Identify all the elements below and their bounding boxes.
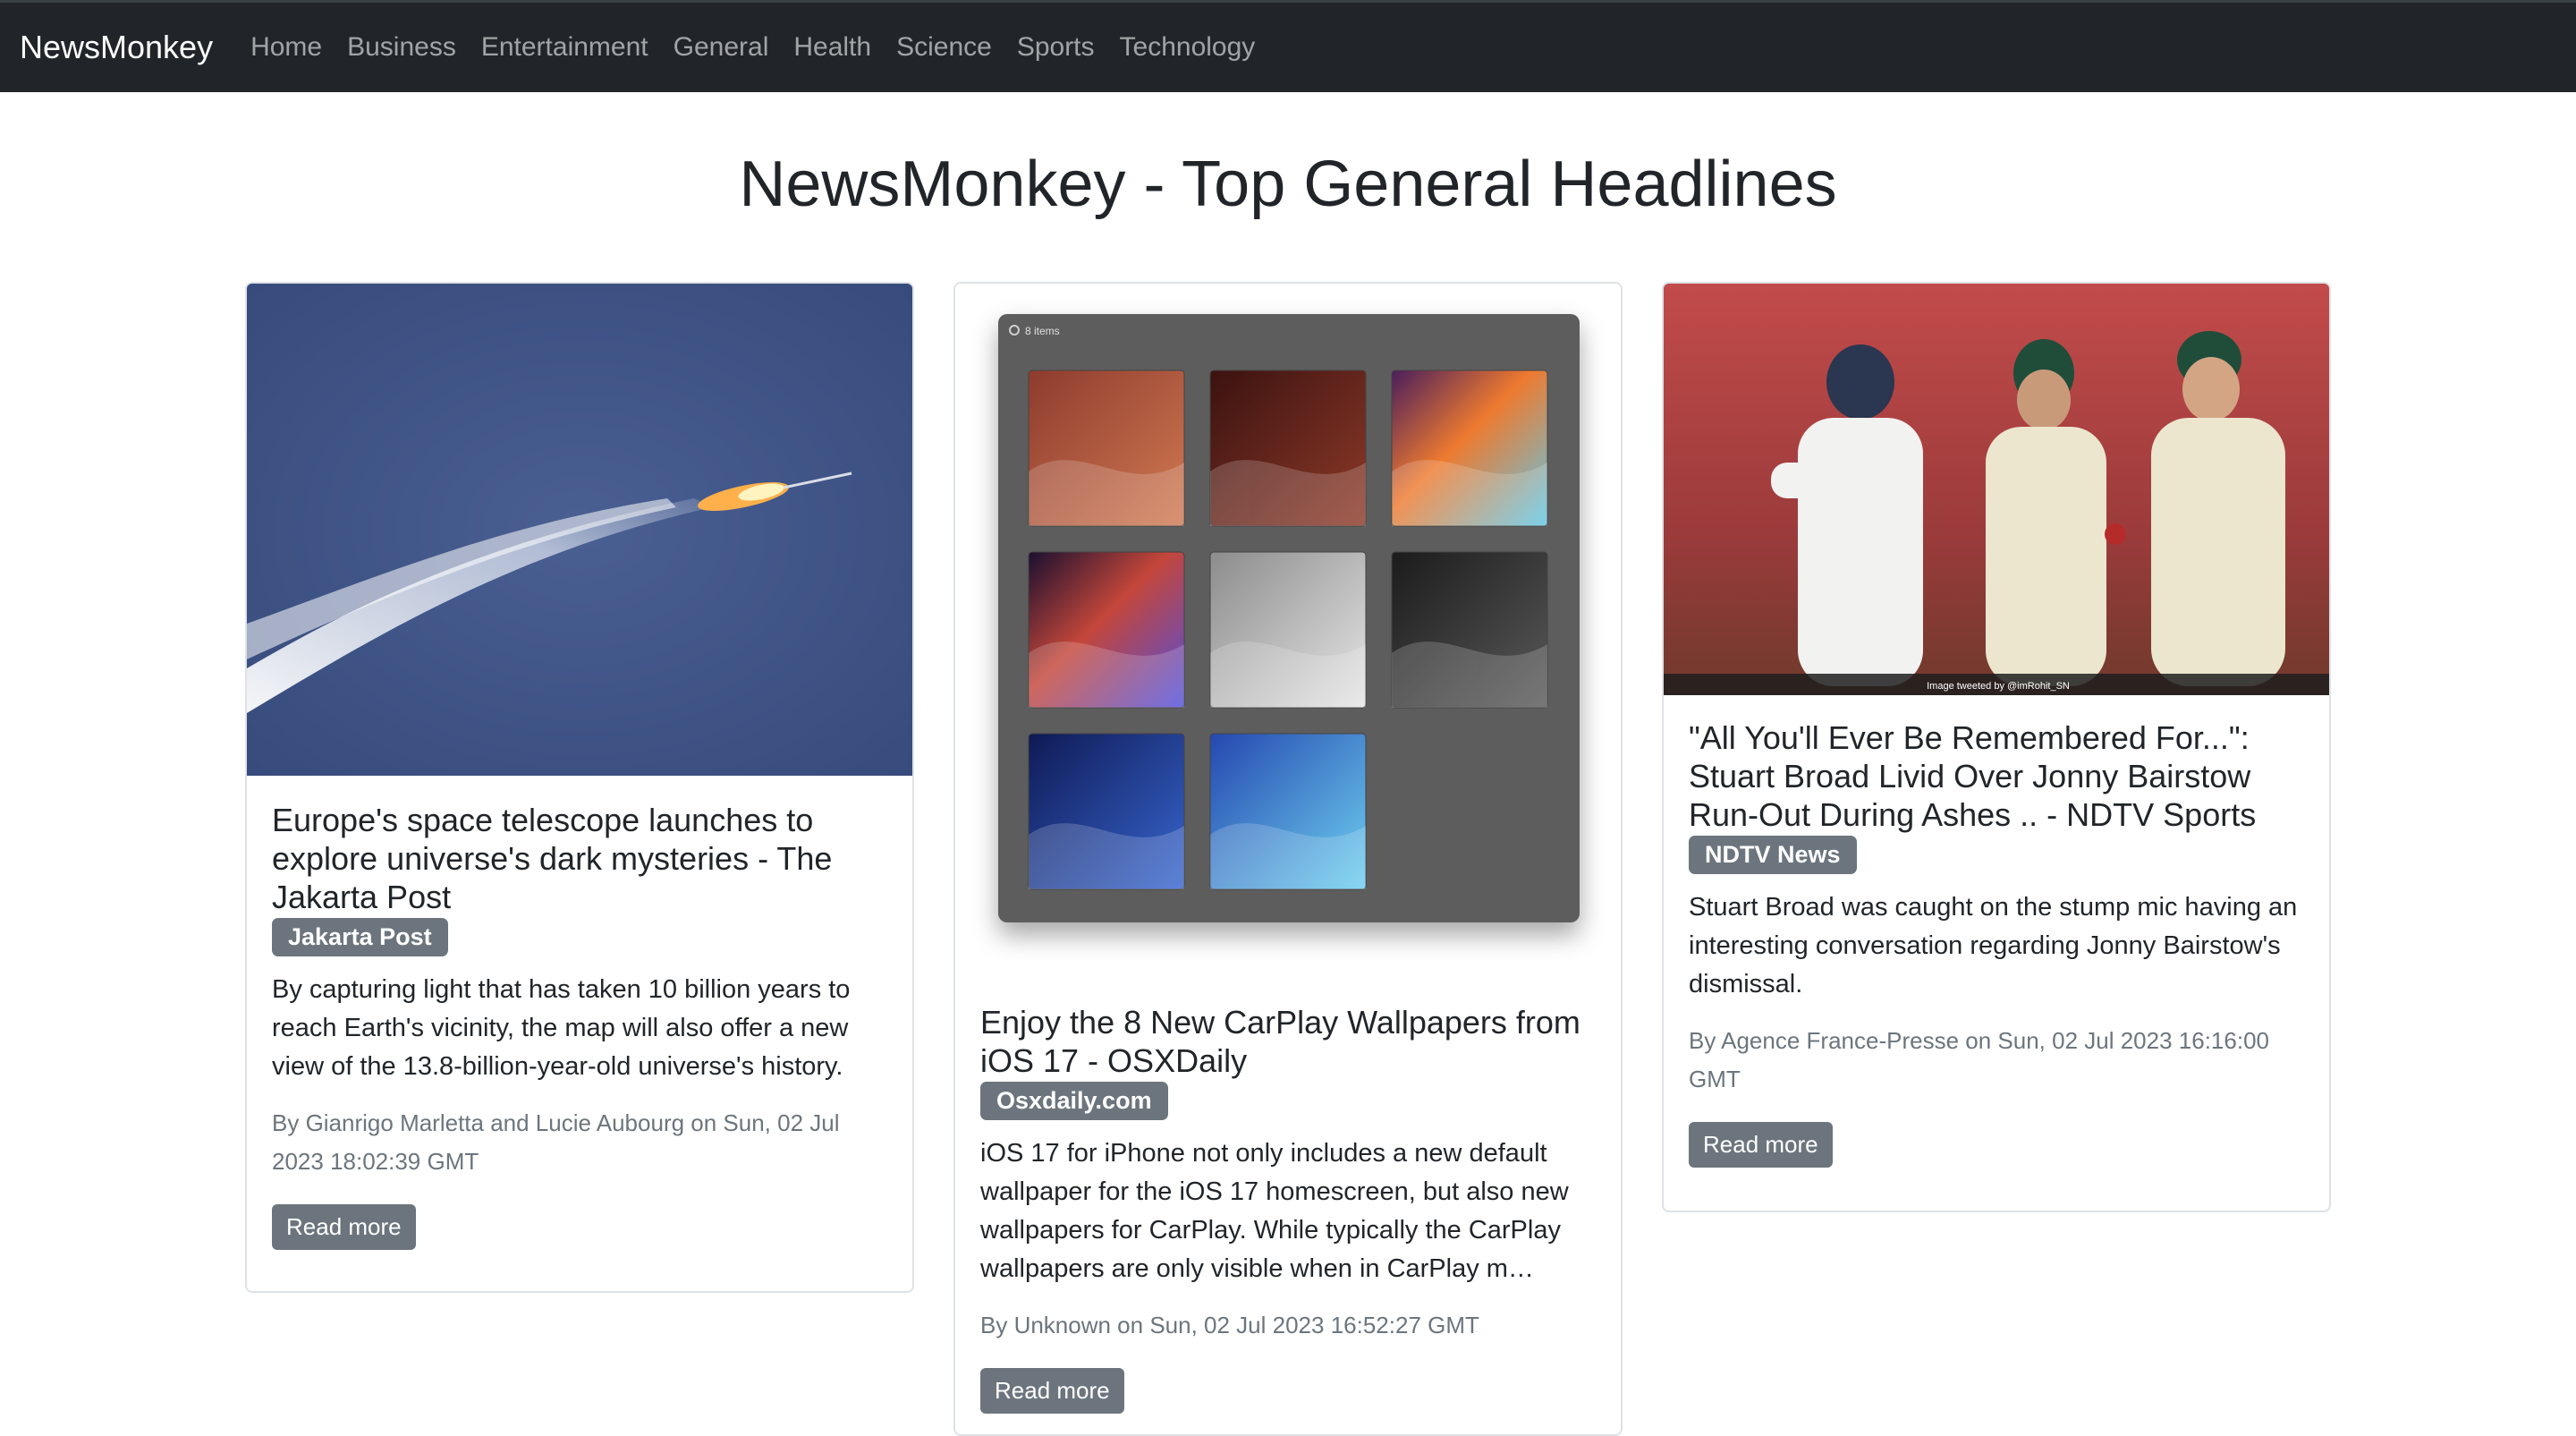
finder-item-count: 8 items bbox=[1025, 325, 1060, 337]
nav-link-general[interactable]: General bbox=[674, 32, 769, 63]
carplay-wallpapers-image: 8 items bbox=[998, 314, 1580, 922]
card-body: "All You'll Ever Be Remembered For...": … bbox=[1664, 695, 2329, 1193]
nav-link-sports[interactable]: Sports bbox=[1017, 32, 1095, 63]
rocket-launch-image bbox=[247, 284, 912, 776]
article-description: By capturing light that has taken 10 bil… bbox=[272, 975, 851, 1081]
read-more-button[interactable]: Read more bbox=[1689, 1122, 1833, 1168]
article-title[interactable]: Europe's space telescope launches to exp… bbox=[272, 801, 887, 916]
nav-link-technology[interactable]: Technology bbox=[1120, 32, 1256, 63]
card-body: Europe's space telescope launches to exp… bbox=[247, 776, 912, 1275]
article-meta: By Agence France-Presse on Sun, 02 Jul 2… bbox=[1689, 1027, 2269, 1092]
nav-link-home[interactable]: Home bbox=[250, 32, 322, 63]
article-image-wallpapers: 8 items bbox=[955, 284, 1621, 981]
source-badge: Jakarta Post bbox=[272, 918, 448, 956]
article-image-rocket bbox=[247, 284, 912, 776]
article-meta: By Unknown on Sun, 02 Jul 2023 16:52:27 … bbox=[980, 1312, 1479, 1338]
read-more-button[interactable]: Read more bbox=[980, 1368, 1124, 1414]
article-image-cricket: Image tweeted by @imRohit_SN bbox=[1664, 284, 2329, 695]
nav-link-health[interactable]: Health bbox=[793, 32, 871, 63]
article-description: Stuart Broad was caught on the stump mic… bbox=[1689, 893, 2298, 998]
article-meta: By Gianrigo Marletta and Lucie Aubourg o… bbox=[272, 1109, 840, 1175]
source-badge: NDTV News bbox=[1689, 836, 1857, 874]
nav-link-entertainment[interactable]: Entertainment bbox=[481, 32, 648, 63]
nav-link-business[interactable]: Business bbox=[347, 32, 456, 63]
image-caption: Image tweeted by @imRohit_SN bbox=[1927, 681, 2070, 692]
read-more-button[interactable]: Read more bbox=[272, 1204, 416, 1250]
brand-link[interactable]: NewsMonkey bbox=[20, 29, 213, 66]
news-card-2: 8 items Enjoy the 8 New CarPlay Wallpape… bbox=[953, 282, 1623, 1436]
source-badge: Osxdaily.com bbox=[980, 1082, 1168, 1120]
card-body: Enjoy the 8 New CarPlay Wallpapers from … bbox=[955, 981, 1621, 1434]
cricket-players-image: Image tweeted by @imRohit_SN bbox=[1664, 284, 2329, 695]
article-title[interactable]: "All You'll Ever Be Remembered For...": … bbox=[1689, 718, 2304, 834]
news-card-1: Europe's space telescope launches to exp… bbox=[245, 282, 914, 1293]
article-title[interactable]: Enjoy the 8 New CarPlay Wallpapers from … bbox=[980, 1003, 1596, 1080]
article-description: iOS 17 for iPhone not only includes a ne… bbox=[980, 1139, 1569, 1283]
navbar: NewsMonkey Home Business Entertainment G… bbox=[0, 0, 2576, 92]
news-card-3: Image tweeted by @imRohit_SN "All You'll… bbox=[1662, 282, 2331, 1212]
nav-link-science[interactable]: Science bbox=[896, 32, 992, 63]
page-title: NewsMonkey - Top General Headlines bbox=[739, 149, 1837, 220]
